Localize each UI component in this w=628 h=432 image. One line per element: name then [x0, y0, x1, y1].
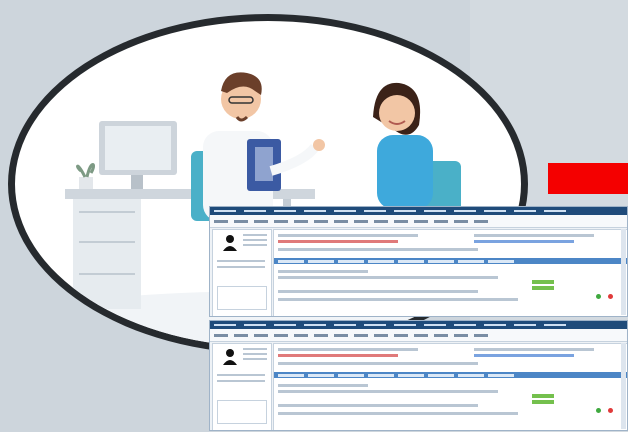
patient-info-pane: [212, 229, 272, 316]
toolbar: [210, 329, 627, 342]
status-green-button[interactable]: [532, 400, 554, 404]
his-screenshot-top: [209, 206, 628, 317]
confirm-icon[interactable]: [596, 408, 601, 413]
patient-info-pane: [212, 343, 272, 430]
status-green-button[interactable]: [532, 394, 554, 398]
his-screenshot-bottom: [209, 320, 628, 431]
avatar-icon: [223, 235, 237, 251]
status-green-button[interactable]: [532, 280, 554, 284]
confirm-icon[interactable]: [596, 294, 601, 299]
scrollbar[interactable]: [621, 229, 626, 315]
tab-strip[interactable]: [274, 372, 627, 378]
cancel-icon[interactable]: [608, 294, 613, 299]
tab-strip[interactable]: [274, 258, 627, 264]
status-green-button[interactable]: [532, 286, 554, 290]
accent-red-bar: [548, 163, 628, 194]
visit-detail-pane: [273, 343, 627, 430]
desk-drawers: [73, 199, 141, 309]
menu-bar: [210, 207, 627, 215]
cancel-icon[interactable]: [608, 408, 613, 413]
avatar-icon: [223, 349, 237, 365]
visit-detail-pane: [273, 229, 627, 316]
toolbar: [210, 215, 627, 228]
menu-bar: [210, 321, 627, 329]
scrollbar[interactable]: [621, 343, 626, 429]
